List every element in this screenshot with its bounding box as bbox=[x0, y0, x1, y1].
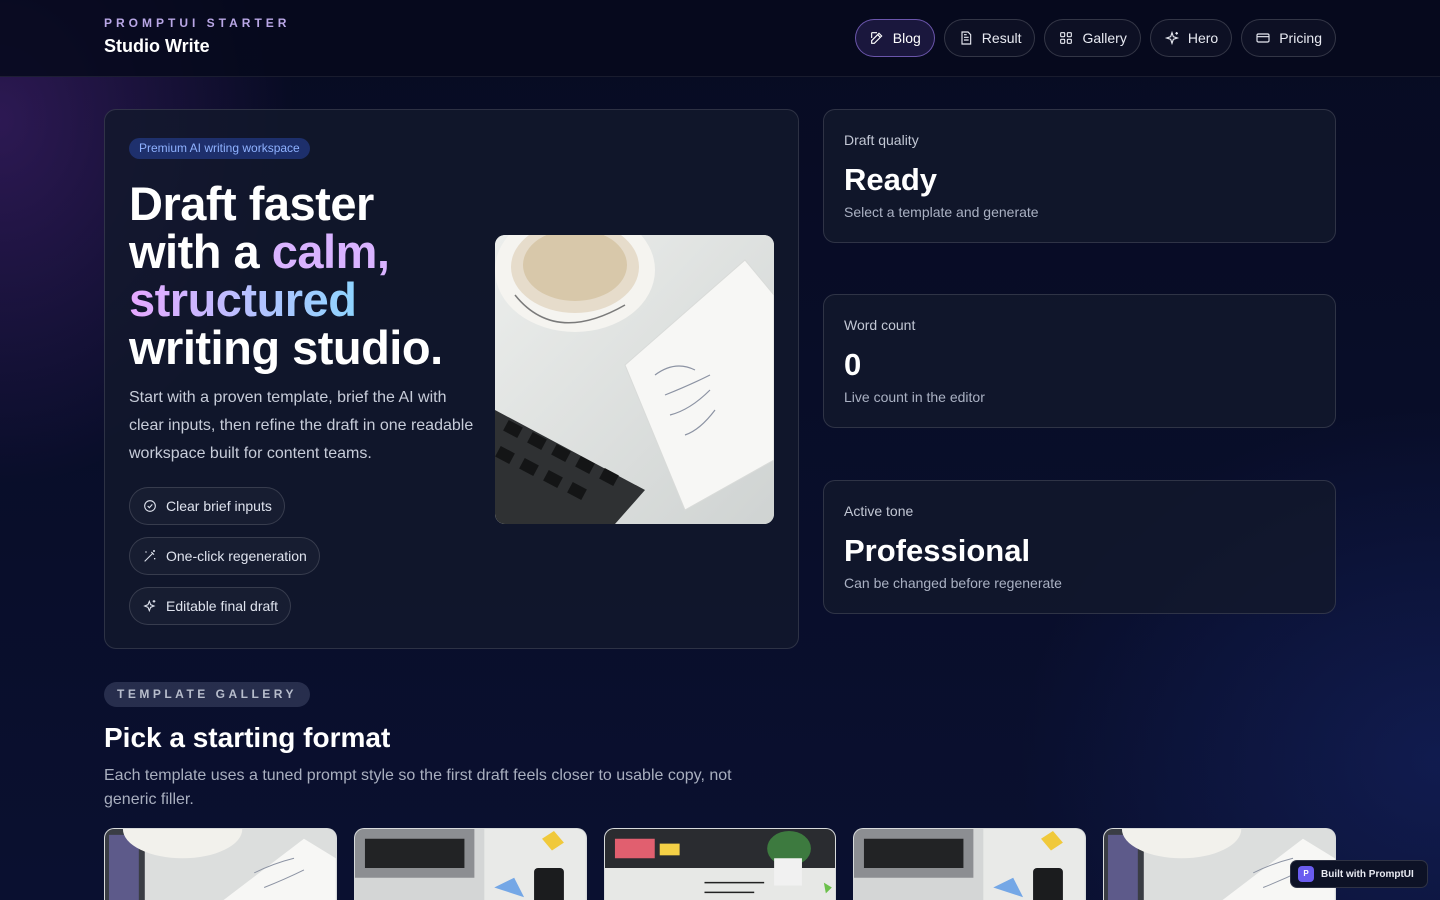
hero-title: Draft faster with a calm, structured wri… bbox=[129, 180, 489, 372]
hero-card: Premium AI writing workspace Draft faste… bbox=[104, 109, 799, 649]
template-thumbnail bbox=[854, 829, 1086, 900]
template-card[interactable] bbox=[853, 828, 1087, 900]
feature-chip-label: Clear brief inputs bbox=[166, 498, 272, 514]
sparkles-icon bbox=[1164, 30, 1179, 46]
nav-gallery-label: Gallery bbox=[1082, 30, 1127, 46]
gallery-section-description: Each template uses a tuned prompt style … bbox=[104, 767, 732, 808]
stat-label: Draft quality bbox=[844, 132, 919, 148]
nav-gallery-button[interactable]: Gallery bbox=[1044, 19, 1141, 57]
desk-photo-illustration bbox=[495, 235, 774, 524]
grid-icon bbox=[1060, 32, 1073, 44]
hero-description: Start with a proven template, brief the … bbox=[129, 389, 474, 462]
feature-chip-clear-brief[interactable]: Clear brief inputs bbox=[129, 487, 285, 525]
sparkles-icon bbox=[143, 599, 156, 613]
nav-blog-label: Blog bbox=[892, 30, 921, 46]
brand-name: Studio Write bbox=[104, 36, 210, 56]
stat-card-active-tone: Active tone Professional Can be changed … bbox=[823, 480, 1336, 614]
nav-hero-button[interactable]: Hero bbox=[1149, 19, 1233, 57]
document-icon bbox=[961, 31, 972, 45]
feature-chip-regeneration[interactable]: One-click regeneration bbox=[129, 537, 320, 575]
promptui-logo-icon: P bbox=[1298, 866, 1314, 882]
feature-chip-editable[interactable]: Editable final draft bbox=[129, 587, 292, 625]
brand[interactable]: PROMPTUI STARTER Studio Write bbox=[104, 16, 290, 57]
hero-title-line1: Draft faster bbox=[129, 177, 374, 230]
gallery-section-title: Pick a starting format bbox=[104, 722, 391, 753]
stat-subtext: Can be changed before regenerate bbox=[844, 575, 1062, 591]
template-thumbnail bbox=[105, 829, 336, 900]
stat-value: Professional bbox=[844, 533, 1031, 568]
nav-pricing-button[interactable]: Pricing bbox=[1241, 19, 1336, 57]
stat-card-draft-quality: Draft quality Ready Select a template an… bbox=[823, 109, 1336, 243]
hero-title-highlight-structured: structured bbox=[129, 273, 357, 326]
brand-kicker: PROMPTUI STARTER bbox=[104, 16, 291, 30]
nav-result-button[interactable]: Result bbox=[943, 19, 1036, 57]
check-circle-icon bbox=[144, 500, 156, 512]
stat-label: Active tone bbox=[844, 503, 914, 519]
nav-result-label: Result bbox=[981, 30, 1022, 46]
top-navigation-bar: PROMPTUI STARTER Studio Write Blog Resul… bbox=[0, 0, 1440, 77]
main-nav: Blog Result Gallery Hero Pricing bbox=[854, 19, 1336, 57]
stat-card-word-count: Word count 0 Live count in the editor bbox=[823, 294, 1336, 428]
template-gallery-pill: TEMPLATE GALLERY bbox=[104, 682, 310, 707]
hero-desk-photo bbox=[495, 235, 774, 524]
nav-hero-label: Hero bbox=[1187, 30, 1219, 46]
feature-chip-label: Editable final draft bbox=[166, 598, 279, 614]
built-with-label: Built with PromptUI bbox=[1321, 868, 1414, 880]
template-card[interactable] bbox=[603, 828, 837, 900]
stat-subtext: Live count in the editor bbox=[844, 389, 985, 405]
stat-subtext: Select a template and generate bbox=[844, 204, 1039, 220]
edit-icon bbox=[870, 32, 883, 44]
stat-value: Ready bbox=[844, 162, 938, 197]
template-card[interactable] bbox=[353, 828, 587, 900]
nav-pricing-label: Pricing bbox=[1279, 30, 1322, 46]
stat-label: Word count bbox=[844, 317, 916, 333]
template-card[interactable] bbox=[104, 828, 337, 900]
card-icon bbox=[1256, 33, 1270, 43]
nav-blog-button[interactable]: Blog bbox=[854, 19, 935, 57]
built-with-promptui-badge[interactable]: P Built with PromptUI bbox=[1290, 860, 1428, 888]
feature-chips: Clear brief inputs One-click regeneratio… bbox=[129, 487, 320, 637]
hero-title-line4: writing studio. bbox=[129, 321, 443, 374]
feature-chip-label: One-click regeneration bbox=[166, 548, 307, 564]
hero-badge: Premium AI writing workspace bbox=[129, 138, 310, 159]
template-thumbnail bbox=[604, 829, 836, 900]
template-thumbnail bbox=[354, 829, 586, 900]
template-gallery bbox=[104, 828, 1336, 900]
stat-value: 0 bbox=[844, 347, 862, 382]
hero-title-line2a: with a bbox=[129, 225, 272, 278]
magic-wand-icon bbox=[144, 550, 156, 562]
hero-title-highlight-calm: calm, bbox=[271, 225, 390, 278]
